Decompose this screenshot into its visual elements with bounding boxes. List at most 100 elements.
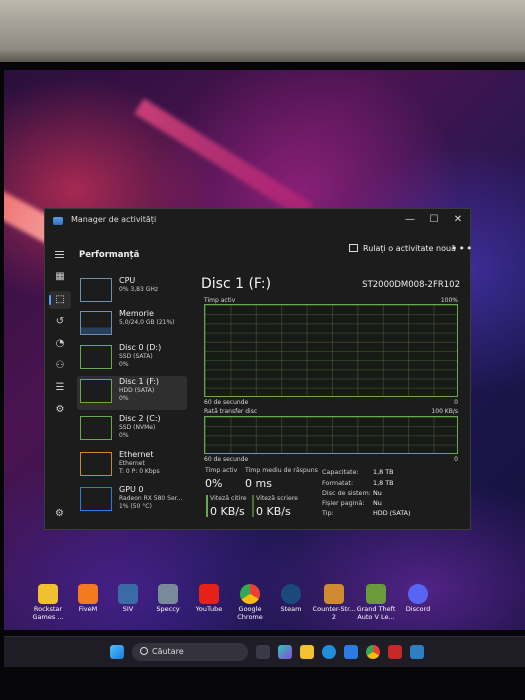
property-key: Capacitate: [322, 468, 359, 476]
edge-icon[interactable] [322, 645, 336, 659]
store-icon[interactable] [344, 645, 358, 659]
device-name: Disc 0 (D:) [119, 343, 162, 352]
desktop-icon-label: YouTube [195, 605, 223, 613]
discord-icon [408, 584, 428, 604]
device-detail: HDD (SATA) [119, 387, 155, 394]
task-manager-taskbar-icon[interactable] [410, 645, 424, 659]
disc-0-mini-graph [80, 345, 112, 369]
details-icon[interactable]: ☰ [54, 382, 66, 394]
task-view-icon[interactable] [256, 645, 270, 659]
property-key: Formatat: [322, 479, 354, 487]
copilot-icon[interactable] [278, 645, 292, 659]
minimize-button[interactable]: — [401, 212, 419, 228]
device-usage: 0% [119, 361, 129, 368]
device-name: Disc 2 (C:) [119, 414, 161, 423]
transfer-rate-graph [204, 416, 458, 454]
device-name: GPU 0 [119, 485, 144, 494]
desktop-icon-youtube[interactable]: YouTube [187, 584, 231, 614]
close-button[interactable]: ✕ [449, 212, 467, 228]
start-icon[interactable] [110, 645, 124, 659]
desktop-icon-counter-strike[interactable]: Counter-Str... 2 [312, 584, 356, 621]
chrome-taskbar-icon[interactable] [366, 645, 380, 659]
file-explorer-icon[interactable] [300, 645, 314, 659]
desktop-icon-label: Speccy [156, 605, 180, 613]
read-speed-value: 0 KB/s [210, 505, 245, 518]
device-name: Memorie [119, 309, 154, 318]
desktop-icon-label: Counter-Str... 2 [312, 605, 356, 621]
property-value: 1,8 TB [373, 468, 394, 476]
desktop-icon-label: SIV [122, 605, 134, 613]
gpu-mini-graph [80, 487, 112, 511]
siv-icon [118, 584, 138, 604]
property-value: Nu [373, 489, 382, 497]
cpu-mini-graph [80, 278, 112, 302]
write-speed-indicator [252, 495, 254, 517]
device-name: Disc 1 (F:) [119, 377, 160, 386]
desktop-icon-chrome[interactable]: Google Chrome [228, 584, 272, 621]
device-item-cpu[interactable]: CPU 0% 3,83 GHz [77, 275, 187, 309]
transfer-rate-graph-min: 0 [454, 456, 458, 463]
device-name: Ethernet [119, 450, 154, 459]
search-box[interactable]: Căutare [132, 643, 248, 661]
performance-icon[interactable]: ⬚ [54, 294, 66, 306]
transfer-rate-graph-duration: 60 de secunde [204, 456, 249, 463]
property-key: Fișier pagină: [322, 499, 365, 507]
active-time-graph-min: 0 [454, 399, 458, 406]
read-speed-indicator [206, 495, 208, 517]
desktop-icon-label: Grand Theft Auto V Le... [356, 605, 396, 621]
desktop-icon-label: Steam [280, 605, 302, 613]
wall-background [0, 0, 525, 70]
speccy-icon [158, 584, 178, 604]
counter-strike-icon [324, 584, 344, 604]
device-item-memory[interactable]: Memorie 5,0/24,0 GB (21%) [77, 308, 187, 342]
processes-icon[interactable]: ▦ [54, 271, 66, 283]
device-item-disc-1[interactable]: Disc 1 (F:) HDD (SATA) 0% [77, 376, 187, 410]
startup-apps-icon[interactable]: ◔ [54, 338, 66, 350]
run-new-task-button[interactable]: Rulați o activitate nouă [349, 244, 456, 253]
rockstar-icon [38, 584, 58, 604]
search-icon [140, 647, 148, 655]
disc-2-mini-graph [80, 416, 112, 440]
property-key: Disc de sistem: [322, 489, 371, 497]
property-value: 1,8 TB [373, 479, 394, 487]
desktop-icon-discord[interactable]: Discord [396, 584, 440, 614]
active-time-graph-max: 100% [440, 297, 458, 304]
users-icon[interactable]: ⚇ [54, 360, 66, 372]
device-detail: SSD (SATA) [119, 353, 153, 360]
run-new-task-label: Rulați o activitate nouă [363, 244, 456, 253]
transfer-rate-graph-label: Rată transfer disc [204, 408, 258, 415]
device-item-disc-0[interactable]: Disc 0 (D:) SSD (SATA) 0% [77, 342, 187, 376]
device-usage: T: 0 P: 0 Kbps [119, 468, 160, 475]
more-options-button[interactable]: ••• [451, 242, 473, 255]
desktop-icon-fivem[interactable]: FiveM [66, 584, 110, 614]
desktop-icon-gta[interactable]: Grand Theft Auto V Le... [354, 584, 398, 621]
property-value: HDD (SATA) [373, 509, 411, 517]
active-time-graph-label: Timp activ [204, 297, 236, 304]
response-time-label: Timp mediu de răspuns [245, 467, 318, 474]
settings-icon[interactable]: ⚙ [55, 509, 65, 519]
maximize-button[interactable]: ☐ [425, 212, 443, 228]
device-detail: 5,0/24,0 GB (21%) [119, 319, 175, 326]
device-item-gpu[interactable]: GPU 0 Radeon RX 580 Ser... 1% (50 °C) [77, 484, 187, 518]
hamburger-menu-icon[interactable] [55, 251, 64, 258]
write-speed-label: Viteză scriere [256, 495, 298, 502]
desktop-icon-label: FiveM [78, 605, 98, 613]
device-item-ethernet[interactable]: Ethernet Ethernet T: 0 P: 0 Kbps [77, 449, 187, 483]
title-bar: Manager de activități — ☐ ✕ [45, 209, 470, 233]
desktop-icon-speccy[interactable]: Speccy [146, 584, 190, 614]
active-time-value: 0% [205, 477, 223, 490]
desktop-icon-steam[interactable]: Steam [269, 584, 313, 614]
desktop-icon-siv[interactable]: SIV [106, 584, 150, 614]
app-history-icon[interactable]: ↺ [54, 316, 66, 328]
device-name: CPU [119, 276, 136, 285]
amd-icon[interactable] [388, 645, 402, 659]
desktop-icon-rockstar[interactable]: Rockstar Games ... [26, 584, 70, 621]
device-detail: SSD (NVMe) [119, 424, 156, 431]
services-icon[interactable]: ⚙ [54, 404, 66, 416]
device-usage: 1% (50 °C) [119, 503, 152, 510]
page-title: Performanță [79, 250, 140, 260]
chrome-icon [240, 584, 260, 604]
device-item-disc-2[interactable]: Disc 2 (C:) SSD (NVMe) 0% [77, 413, 187, 447]
device-usage: 0% [119, 432, 129, 439]
window-title: Manager de activități [71, 215, 157, 224]
